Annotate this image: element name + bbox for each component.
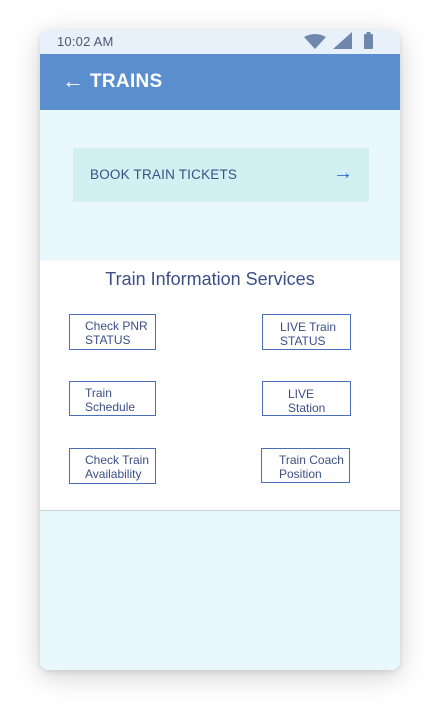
check-pnr-status-button[interactable]: Check PNR STATUS [69,314,156,350]
train-schedule-label: Train Schedule [85,386,136,414]
live-train-status-button[interactable]: LIVE Train STATUS [262,314,351,350]
services-title: Train Information Services [105,269,315,289]
phone-screen: 10:02 AM ← TRAINS BOOK TRAIN TICKETS → T… [40,30,400,670]
check-pnr-status-label: Check PNR STATUS [85,319,148,347]
live-station-button[interactable]: LIVE Station [262,381,351,416]
status-icons [304,32,373,49]
bottom-area [40,511,400,670]
wifi-icon [304,34,326,49]
page-title: TRAINS [90,71,163,92]
battery-icon [364,32,373,49]
check-train-availability-label: Check Train Availability [85,453,150,481]
status-bar: 10:02 AM [40,30,400,54]
book-train-tickets-label: BOOK TRAIN TICKETS [90,167,238,182]
back-arrow-icon[interactable]: ← [62,68,84,94]
train-coach-position-label: Train Coach Position [279,453,344,481]
live-train-status-label: LIVE Train STATUS [280,320,337,348]
train-coach-position-button[interactable]: Train Coach Position [261,448,350,483]
signal-icon [333,32,352,49]
train-schedule-button[interactable]: Train Schedule [69,381,156,416]
status-time: 10:02 AM [57,34,114,49]
app-bar: ← TRAINS [40,54,400,110]
check-train-availability-button[interactable]: Check Train Availability [69,448,156,484]
live-station-label: LIVE Station [288,387,326,415]
arrow-right-icon: → [333,162,353,184]
services-card: Train Information Services Check PNR STA… [40,260,400,510]
book-train-tickets-button[interactable]: BOOK TRAIN TICKETS → [73,148,369,202]
